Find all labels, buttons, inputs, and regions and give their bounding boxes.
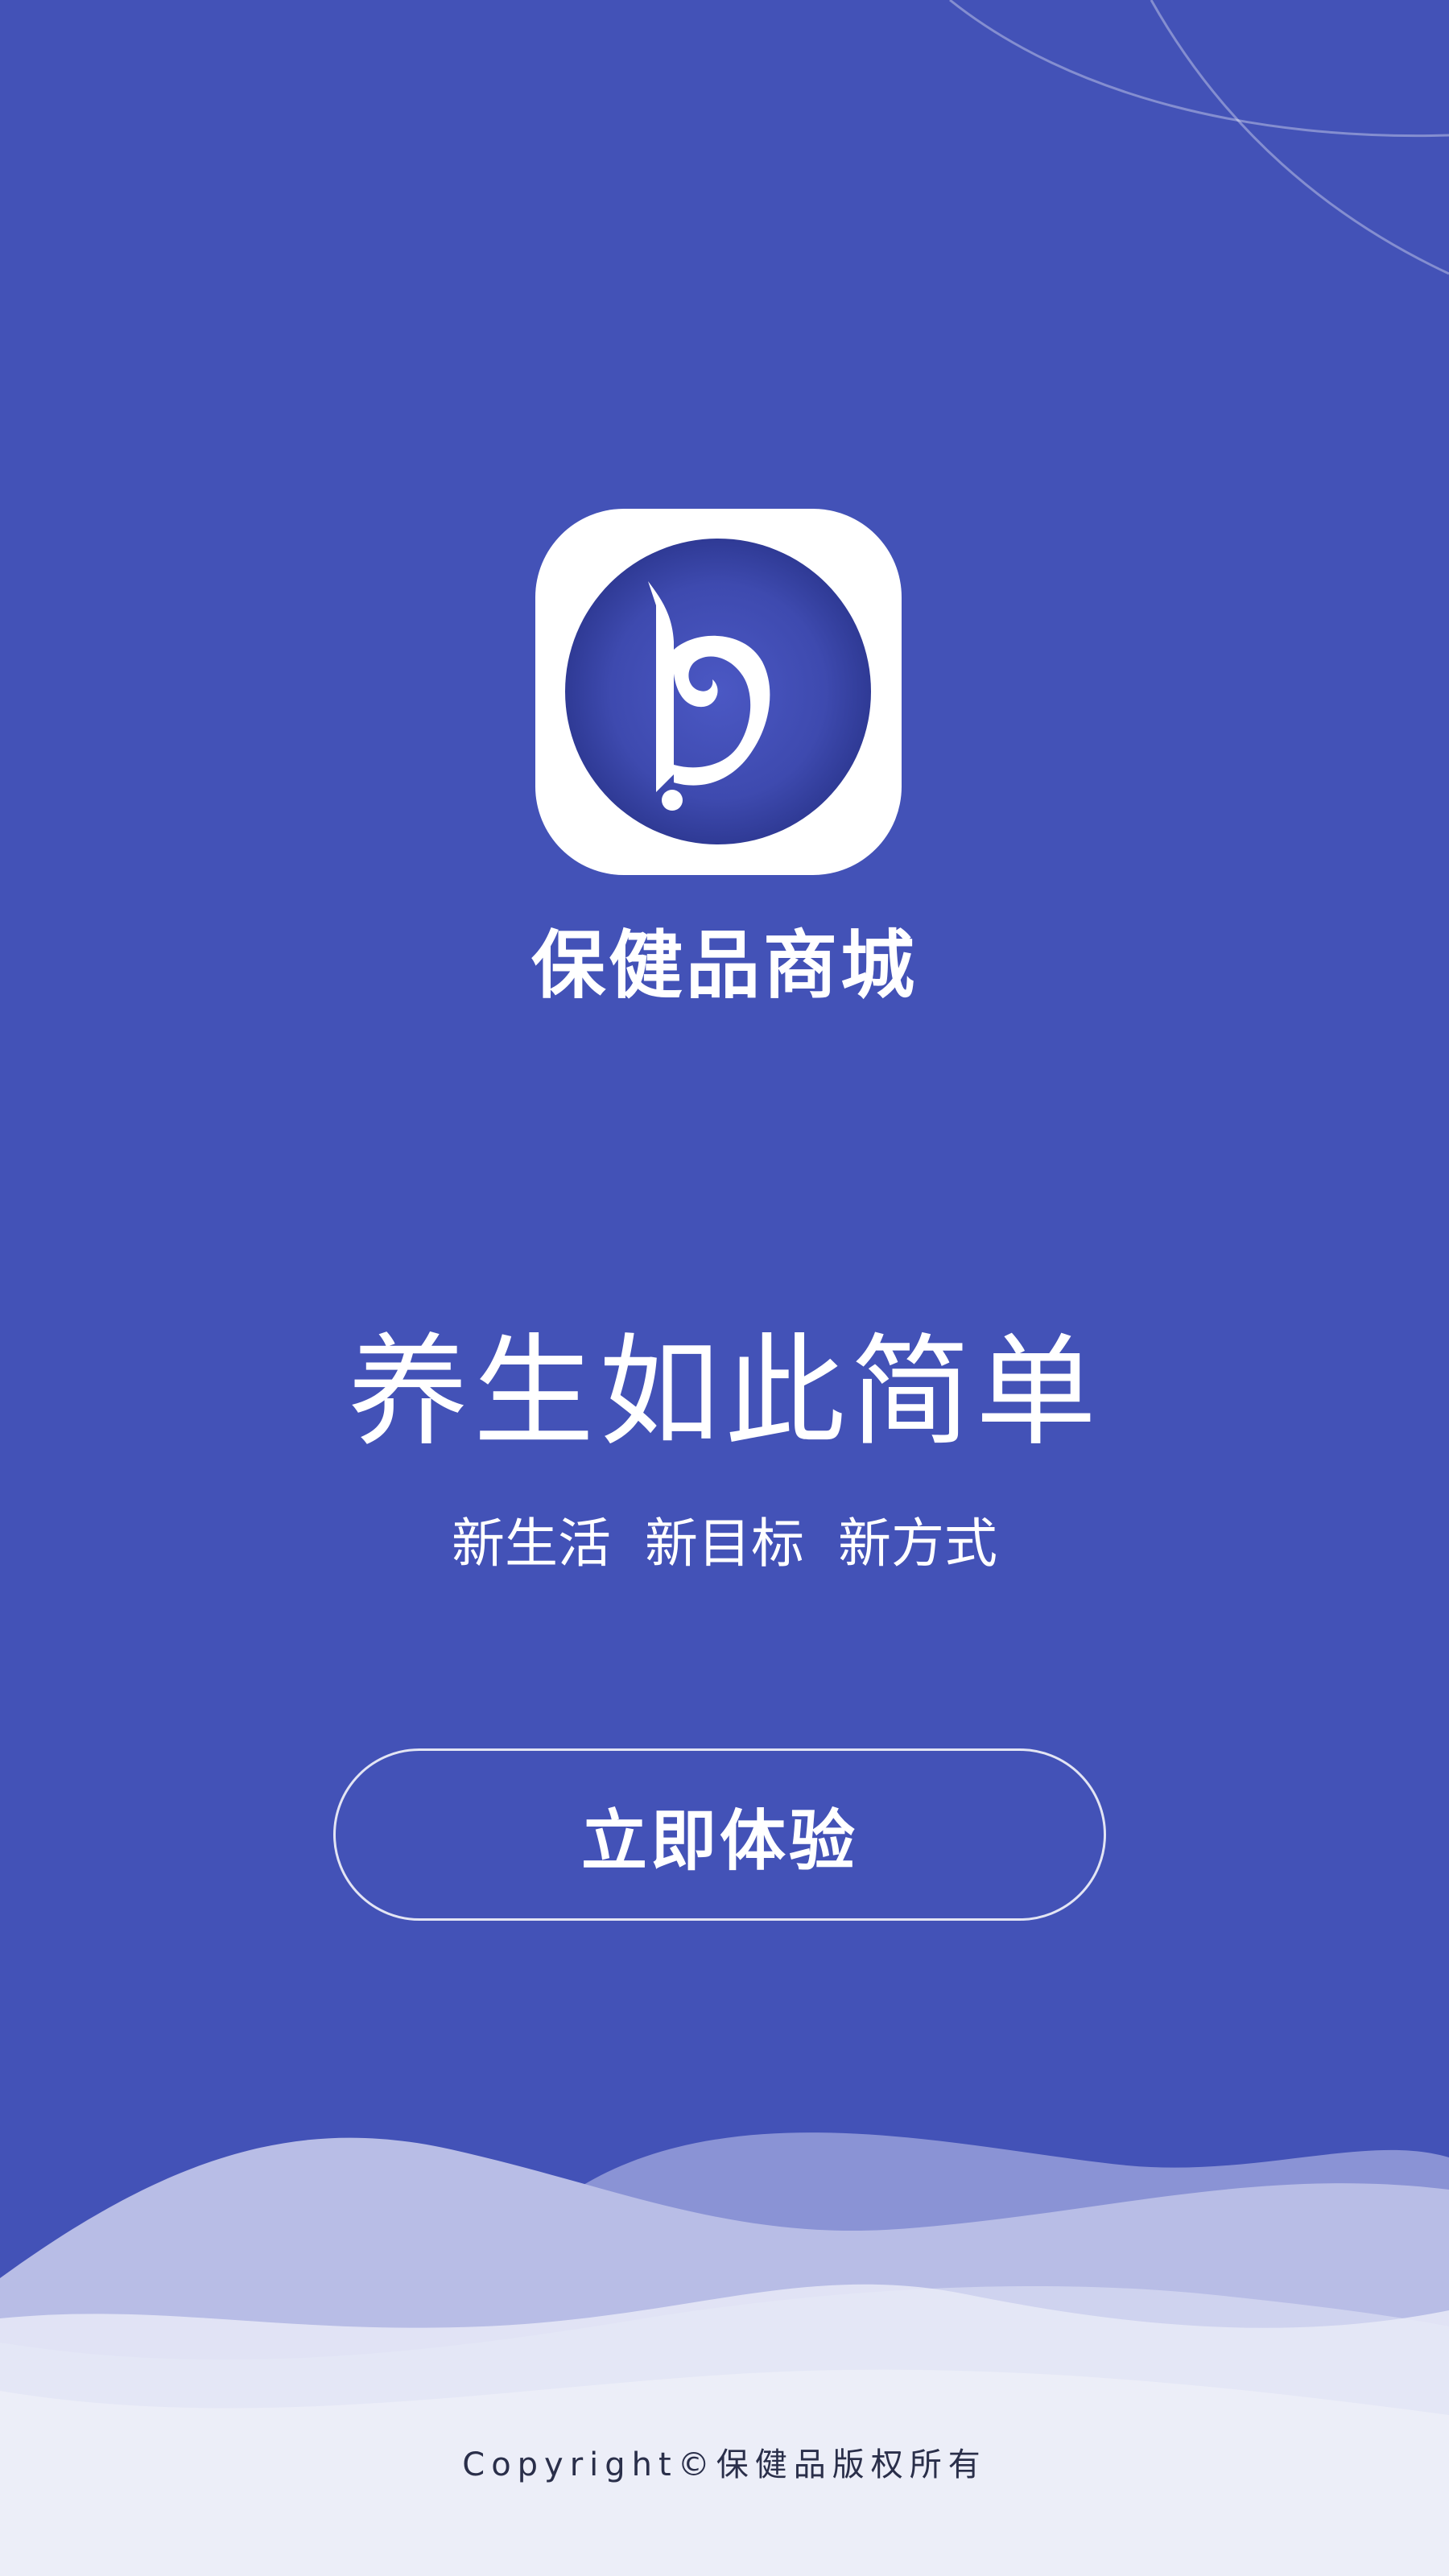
splash-screen: 保健品商城 养生如此简单 新生活 新目标 新方式 立即体验 Copyright©… [0, 0, 1449, 2576]
copyright-text: Copyright©保健品版权所有 [462, 2446, 987, 2483]
try-now-button[interactable]: 立即体验 [333, 1748, 1106, 1921]
decorative-waves [0, 2132, 1449, 2576]
app-name: 保健品商城 [530, 923, 918, 1009]
sub-slogan: 新生活 新目标 新方式 [452, 1513, 997, 1575]
decorative-arcs [949, 0, 1449, 275]
app-logo [535, 509, 902, 875]
slogan-heading: 养生如此简单 [347, 1323, 1101, 1463]
brand-b-logo-icon [565, 539, 871, 844]
